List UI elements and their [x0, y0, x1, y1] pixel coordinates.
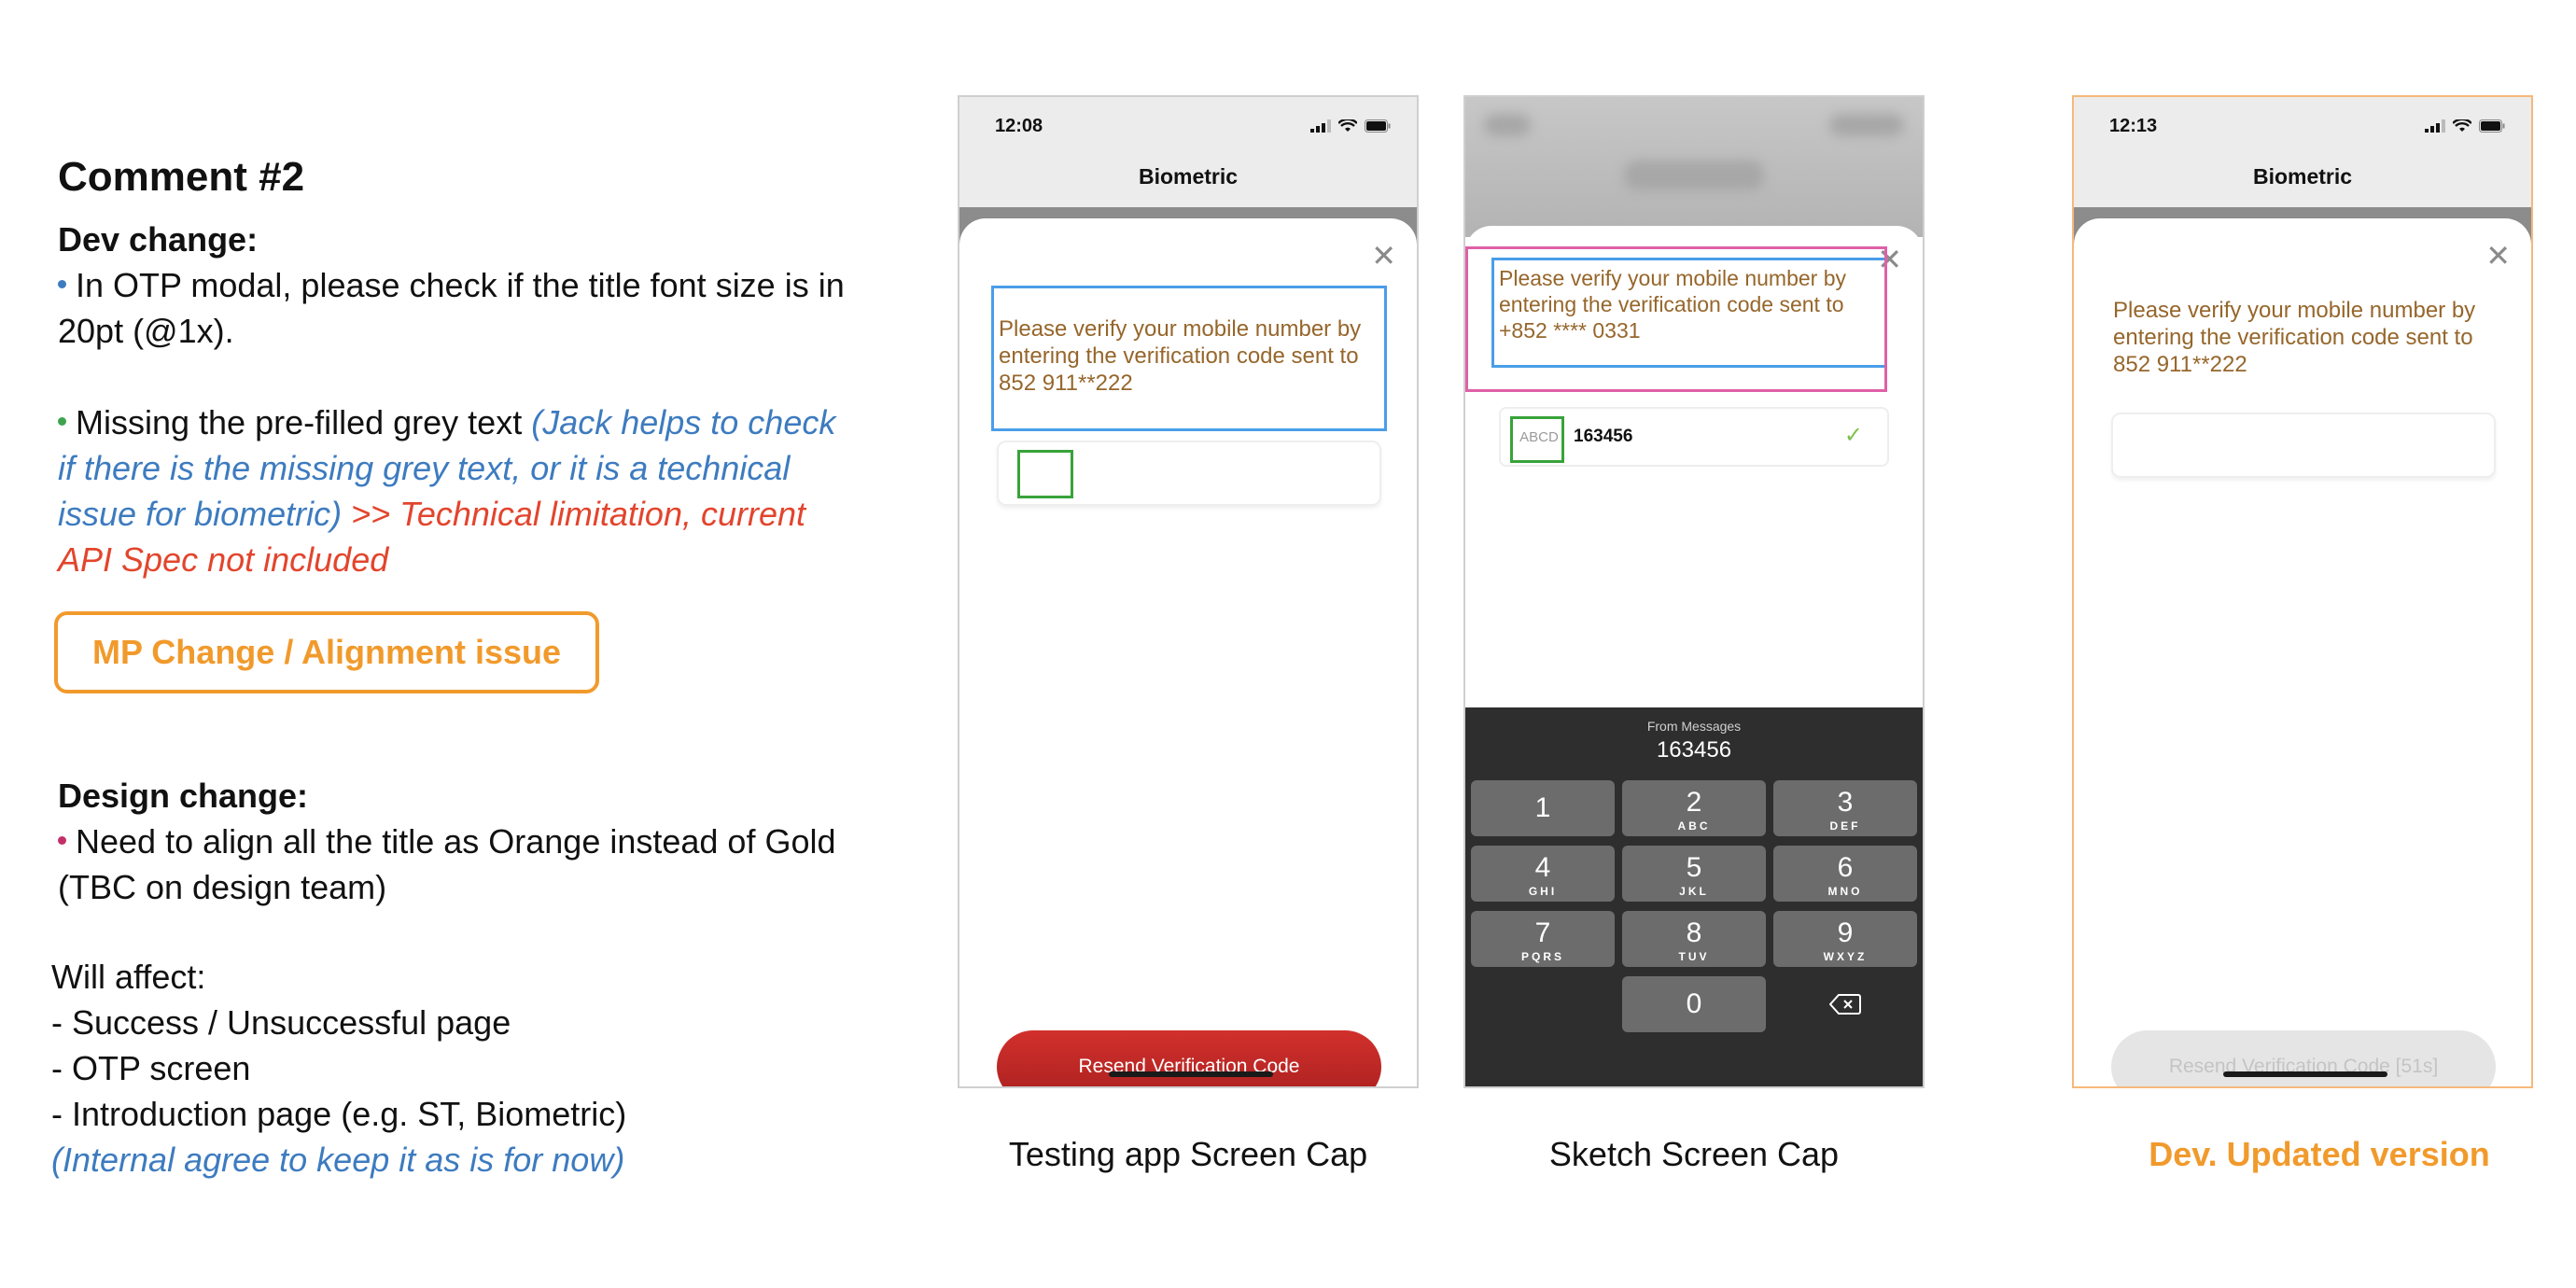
key-8[interactable]: 8 TUV [1622, 911, 1766, 967]
dev-change-point-2: Missing the pre-filled grey text (Jack h… [58, 399, 861, 582]
dev-change-point-1: In OTP modal, please check if the title … [58, 262, 861, 354]
testing-app-screenshot: 12:08 Biometric ✕ Please verify your mob… [958, 95, 1419, 1088]
nav-title: Biometric [1138, 164, 1239, 189]
comment-title: Comment #2 [58, 154, 305, 200]
status-bar: 12:08 Biometric [959, 97, 1417, 218]
key-7[interactable]: 7 PQRS [1471, 911, 1615, 967]
will-affect-section: Will affect: - Success / Unsuccessful pa… [51, 954, 854, 1183]
key-6[interactable]: 6 MNO [1773, 846, 1917, 902]
design-point-text: Need to align all the title as Orange in… [58, 822, 836, 906]
otp-modal: ✕ Please verify your mobile number by en… [2074, 218, 2531, 1086]
affect-item: - Introduction page (e.g. ST, Biometric) [51, 1095, 627, 1133]
home-indicator [1109, 1071, 1273, 1077]
pink-bullet-icon [58, 835, 66, 845]
nav-title: Biometric [2252, 164, 2353, 189]
key-1[interactable]: 1 [1471, 780, 1615, 836]
signal-icon [2425, 119, 2445, 133]
caption-updated: Dev. Updated version [2149, 1135, 2490, 1173]
key-0[interactable]: 0 [1622, 976, 1766, 1032]
battery-icon [1365, 119, 1391, 133]
dev-change-heading: Dev change: [58, 220, 259, 259]
sketch-screenshot: ✕ Please verify your mobile number by en… [1463, 95, 1925, 1088]
keyboard-suggestion-label: From Messages [1646, 719, 1742, 734]
affect-item: - Success / Unsuccessful page [51, 1003, 511, 1042]
affect-note: (Internal agree to keep it as is for now… [51, 1141, 625, 1179]
dev-point-2-text: Missing the pre-filled grey text [76, 403, 532, 441]
home-indicator [2223, 1071, 2387, 1077]
resend-code-button[interactable]: Resend Verification Code [997, 1030, 1381, 1086]
wifi-icon [2453, 119, 2471, 132]
annotation-highlight-pink [1465, 246, 1887, 392]
design-change-point: Need to align all the title as Orange in… [58, 819, 861, 910]
dev-updated-screenshot: 12:13 Biometric ✕ Please verify your mob… [2072, 95, 2533, 1088]
annotation-highlight-blue [991, 286, 1387, 431]
affect-item: - OTP screen [51, 1049, 251, 1087]
close-icon[interactable]: ✕ [1371, 241, 1396, 271]
green-bullet-icon [58, 416, 66, 426]
battery-icon [2479, 119, 2505, 133]
status-time: 12:13 [2109, 116, 2158, 136]
check-icon: ✓ [1843, 423, 1863, 448]
close-icon[interactable]: ✕ [2485, 241, 2511, 271]
backspace-icon [1828, 994, 1861, 1015]
annotation-highlight-green [1510, 416, 1564, 463]
wifi-icon [1338, 119, 1357, 132]
key-5[interactable]: 5 JKL [1622, 846, 1766, 902]
key-2[interactable]: 2 ABC [1622, 780, 1766, 836]
numeric-keyboard: From Messages 163456 1 2 ABC 3 DEF 4 GHI 5J… [1465, 707, 1923, 1086]
status-time: 12:08 [995, 116, 1043, 136]
dev-point-1-text: In OTP modal, please check if the title … [58, 266, 845, 350]
otp-title: Please verify your mobile number by ente… [2113, 298, 2476, 377]
mp-change-tag: MP Change / Alignment issue [54, 611, 599, 693]
will-affect-heading: Will affect: [51, 958, 206, 996]
blue-bullet-icon [58, 279, 66, 288]
comment-notes: Comment #2 Dev change: In OTP modal, ple… [58, 149, 861, 582]
annotation-highlight-green [1017, 450, 1073, 498]
sms-code: 163456 [1574, 427, 1633, 446]
keyboard-suggestion-code[interactable]: 163456 [1465, 737, 1923, 763]
resend-code-button[interactable]: Resend Verification Code [51s] [2111, 1030, 2496, 1086]
caption-sketch: Sketch Screen Cap [1548, 1135, 1840, 1173]
design-change-heading: Design change: [58, 777, 309, 815]
key-3[interactable]: 3 DEF [1773, 780, 1917, 836]
caption-testing: Testing app Screen Cap [1008, 1135, 1368, 1173]
key-4[interactable]: 4 GHI [1471, 846, 1615, 902]
code-input[interactable] [2111, 413, 2496, 478]
otp-modal: ✕ Please verify your mobile number by en… [959, 218, 1417, 1086]
status-bar: 12:13 Biometric [2074, 97, 2531, 218]
signal-icon [1310, 119, 1331, 133]
blurred-header [1465, 97, 1923, 237]
backspace-key[interactable] [1773, 976, 1917, 1032]
design-change-section: Design change: Need to align all the tit… [58, 773, 861, 910]
key-9[interactable]: 9 WXYZ [1773, 911, 1917, 967]
